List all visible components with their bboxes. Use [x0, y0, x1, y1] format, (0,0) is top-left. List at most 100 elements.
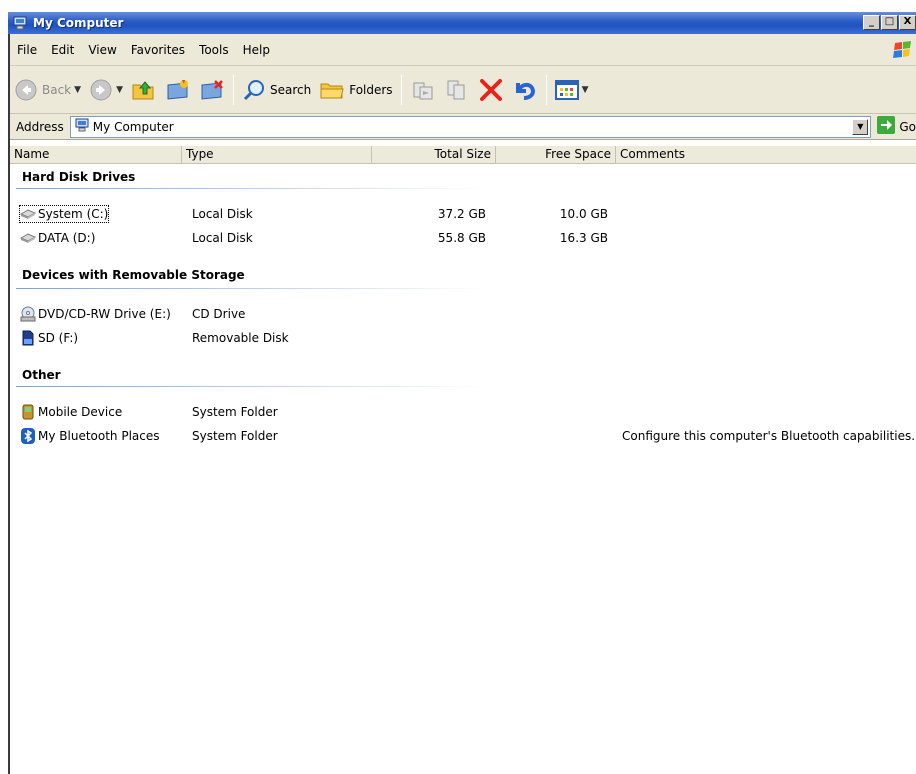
menu-label: Edit — [51, 42, 75, 57]
my-computer-icon — [12, 15, 28, 31]
item-name: SD (F:) — [38, 331, 79, 345]
go-arrow-icon — [877, 116, 896, 137]
minimize-button[interactable]: _ — [863, 15, 880, 30]
address-dropdown-button[interactable]: ▼ — [852, 118, 869, 135]
close-button[interactable]: X — [899, 15, 916, 30]
toolbar: Back ▼ ▼ Search Folders ▼ — [10, 66, 916, 114]
windows-logo-icon — [892, 39, 914, 61]
column-header-comments[interactable]: Comments — [616, 146, 916, 164]
list-item[interactable]: DATA (D:) Local Disk 55.8 GB 16.3 GB — [10, 228, 916, 248]
up-folder-button[interactable] — [127, 72, 161, 108]
address-bar: Address My Computer ▼ Go — [10, 114, 916, 140]
back-arrow-icon — [14, 78, 38, 102]
column-header-total-size[interactable]: Total Size — [372, 146, 496, 164]
views-icon — [554, 79, 579, 101]
item-type: Removable Disk — [192, 331, 289, 345]
item-name: My Bluetooth Places — [38, 429, 160, 443]
toolbar-separator — [400, 74, 402, 105]
menu-tools[interactable]: Tools — [192, 43, 236, 57]
hard-disk-icon — [20, 206, 36, 222]
column-header-name[interactable]: Name — [10, 146, 182, 164]
maximize-button[interactable]: □ — [881, 15, 898, 30]
search-button[interactable]: Search — [238, 72, 315, 108]
list-item[interactable]: SD (F:) Removable Disk — [10, 328, 916, 348]
window-title: My Computer — [33, 16, 124, 30]
item-free-space: 16.3 GB — [559, 231, 608, 245]
column-header-free-space[interactable]: Free Space — [496, 146, 616, 164]
address-label: Address — [16, 119, 64, 134]
item-comment: Configure this computer's Bluetooth capa… — [622, 429, 916, 443]
menu-label: Tools — [199, 42, 229, 57]
go-label: Go — [899, 119, 916, 134]
hard-disk-icon — [20, 230, 36, 246]
my-computer-icon — [75, 118, 89, 135]
move-to-icon — [165, 77, 191, 103]
chevron-down-icon[interactable]: ▼ — [74, 85, 81, 95]
group-divider — [16, 188, 486, 189]
views-button[interactable]: ▼ — [551, 72, 593, 108]
search-icon — [242, 78, 266, 102]
list-item[interactable]: System (C:) Local Disk 37.2 GB 10.0 GB — [10, 204, 916, 224]
sd-card-icon — [20, 330, 36, 346]
undo-icon — [512, 77, 538, 103]
list-item[interactable]: Mobile Device System Folder — [10, 402, 916, 422]
address-input[interactable]: My Computer ▼ — [69, 115, 872, 138]
group-divider — [16, 288, 486, 289]
chevron-down-icon[interactable]: ▼ — [582, 85, 589, 95]
move-icon — [410, 77, 436, 103]
group-title-hard-disk-drives: Hard Disk Drives — [22, 170, 136, 184]
group-title-other: Other — [22, 368, 61, 382]
cd-drive-icon — [20, 306, 36, 322]
menu-bar: File Edit View Favorites Tools Help — [10, 34, 916, 66]
item-name: DATA (D:) — [38, 231, 96, 245]
column-headers: Name Type Total Size Free Space Comments — [10, 146, 916, 164]
folders-button[interactable]: Folders — [315, 72, 396, 108]
menu-file[interactable]: File — [10, 43, 44, 57]
item-type: System Folder — [192, 429, 278, 443]
toolbar-separator — [232, 74, 234, 105]
group-title-removable-storage: Devices with Removable Storage — [22, 268, 245, 282]
delete-x-icon — [478, 77, 504, 103]
address-value: My Computer — [92, 119, 174, 134]
column-header-type[interactable]: Type — [182, 146, 372, 164]
forward-arrow-icon — [89, 78, 113, 102]
menu-view[interactable]: View — [81, 43, 123, 57]
chevron-down-icon[interactable]: ▼ — [116, 85, 123, 95]
menu-edit[interactable]: Edit — [44, 43, 81, 57]
move-to-button[interactable] — [161, 72, 195, 108]
menu-favorites[interactable]: Favorites — [124, 43, 192, 57]
delete-button[interactable] — [474, 72, 508, 108]
list-item[interactable]: DVD/CD-RW Drive (E:) CD Drive — [10, 304, 916, 324]
item-total-size: 55.8 GB — [437, 231, 486, 245]
menu-label: Help — [242, 42, 270, 57]
folders-label: Folders — [349, 82, 393, 97]
item-name: Mobile Device — [38, 405, 123, 419]
copy-button[interactable] — [440, 72, 474, 108]
file-list: Hard Disk Drives System (C:) Local Disk … — [10, 164, 916, 774]
undo-button[interactable] — [508, 72, 542, 108]
folder-up-icon — [131, 77, 157, 103]
folders-icon — [319, 78, 345, 102]
menu-label: File — [17, 42, 38, 57]
copy-icon — [444, 77, 470, 103]
item-total-size: 37.2 GB — [437, 207, 486, 221]
item-type: Local Disk — [192, 207, 253, 221]
title-bar[interactable]: My Computer _ □ X — [8, 12, 916, 34]
go-button[interactable]: Go — [877, 116, 916, 137]
group-divider — [16, 386, 486, 387]
menu-label: Favorites — [130, 42, 186, 57]
copy-to-icon — [199, 77, 225, 103]
mobile-device-icon — [20, 404, 36, 420]
forward-button[interactable]: ▼ — [85, 72, 127, 108]
back-label: Back — [42, 82, 72, 97]
back-button[interactable]: Back ▼ — [10, 72, 85, 108]
search-label: Search — [269, 82, 312, 97]
list-item[interactable]: My Bluetooth Places System Folder Config… — [10, 426, 916, 446]
item-type: CD Drive — [192, 307, 246, 321]
menu-label: View — [88, 42, 117, 57]
item-name: DVD/CD-RW Drive (E:) — [38, 307, 171, 321]
copy-to-button[interactable] — [195, 72, 229, 108]
item-type: System Folder — [192, 405, 278, 419]
menu-help[interactable]: Help — [236, 43, 277, 57]
move-button[interactable] — [406, 72, 440, 108]
